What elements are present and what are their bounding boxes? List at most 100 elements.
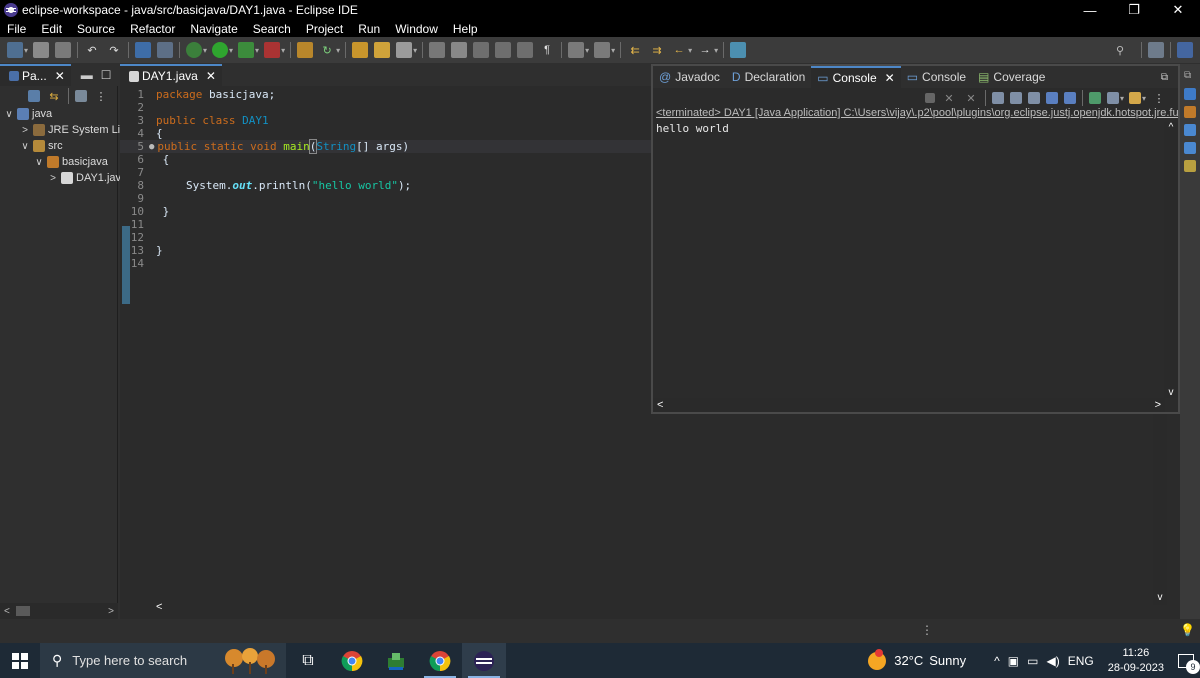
maximize-view-icon[interactable]: ☐ xyxy=(101,68,112,82)
tab-declaration[interactable]: D Declaration xyxy=(726,66,811,88)
collapse-all-icon[interactable] xyxy=(28,90,40,102)
tree-item-day1[interactable]: > DAY1.jav xyxy=(48,170,121,186)
tree-item-basicjava[interactable]: ∨ basicjava xyxy=(34,154,108,170)
pen-icon[interactable] xyxy=(451,42,468,58)
expand-twisty-icon[interactable]: ∨ xyxy=(34,157,44,168)
console-output[interactable]: hello world xyxy=(656,122,729,135)
pin-editor-icon[interactable] xyxy=(730,42,747,58)
save-all-icon[interactable] xyxy=(55,42,72,58)
restore-button[interactable]: ❐ xyxy=(1112,0,1156,20)
chevron-up-icon[interactable]: ^ xyxy=(994,654,1000,668)
package-explorer-hscroll[interactable]: < > xyxy=(0,603,118,619)
menu-edit[interactable]: Edit xyxy=(34,22,70,36)
word-wrap-icon[interactable] xyxy=(517,42,534,58)
whitespace-icon[interactable]: ¶ xyxy=(539,42,555,58)
filter-icon[interactable] xyxy=(75,90,87,102)
scroll-left-icon[interactable]: < xyxy=(4,606,10,617)
taskbar-search[interactable]: ⚲ Type here to search xyxy=(40,643,286,678)
brush-icon[interactable] xyxy=(396,42,413,58)
tab-coverage[interactable]: ▤ Coverage xyxy=(972,66,1051,88)
close-icon[interactable]: ✕ xyxy=(55,69,65,83)
scroll-right-icon[interactable]: > xyxy=(108,606,114,617)
tab-javadoc[interactable]: @ Javadoc xyxy=(653,66,726,88)
refresh-icon[interactable]: ↻ xyxy=(319,42,335,58)
tab-console[interactable]: ▭ Console ✕ xyxy=(811,66,901,88)
view-menu-icon[interactable]: ⋮ xyxy=(93,88,109,104)
restore-view-icon[interactable]: ⧉ xyxy=(1184,70,1196,82)
undo-icon[interactable]: ↶ xyxy=(84,42,100,58)
new-icon[interactable] xyxy=(7,42,23,58)
close-button[interactable]: ✕ xyxy=(1156,0,1200,20)
back-icon[interactable]: ← xyxy=(671,42,687,58)
console-vscroll[interactable]: ^ v xyxy=(1164,122,1178,398)
app-taskbar-button[interactable] xyxy=(374,643,418,678)
menu-run[interactable]: Run xyxy=(351,22,388,36)
task-view-button[interactable]: ⧉ xyxy=(286,643,330,678)
scroll-down-icon[interactable]: v xyxy=(1158,592,1163,603)
start-button[interactable] xyxy=(0,643,40,678)
tab-console-2[interactable]: ▭ Console xyxy=(901,66,972,88)
remove-all-icon[interactable]: ✕ xyxy=(963,90,979,106)
expand-twisty-icon[interactable]: ∨ xyxy=(20,141,30,152)
scroll-right-icon[interactable]: > xyxy=(1155,399,1161,411)
chrome-taskbar-button[interactable] xyxy=(330,643,374,678)
new-java-project-icon[interactable] xyxy=(297,42,314,58)
menu-refactor[interactable]: Refactor xyxy=(123,22,183,36)
display-console-icon[interactable] xyxy=(1106,92,1119,104)
show-stdout-icon[interactable] xyxy=(1045,92,1058,104)
search-view-icon[interactable] xyxy=(1184,142,1196,154)
redo-icon[interactable]: ↷ xyxy=(106,42,122,58)
word-wrap-icon[interactable] xyxy=(1027,92,1040,104)
task-list-icon[interactable] xyxy=(1184,106,1196,118)
java-perspective-icon[interactable] xyxy=(1177,42,1193,58)
problems-icon[interactable] xyxy=(1184,124,1196,136)
maximize-view-icon[interactable]: ⧉ xyxy=(1161,72,1168,83)
save-icon[interactable] xyxy=(33,42,50,58)
menu-navigate[interactable]: Navigate xyxy=(183,22,245,36)
scroll-left-icon[interactable]: < xyxy=(156,601,162,613)
progress-icon[interactable] xyxy=(1184,160,1196,172)
menu-help[interactable]: Help xyxy=(446,22,486,36)
external-tools-icon[interactable] xyxy=(264,42,281,58)
menu-file[interactable]: File xyxy=(0,22,34,36)
eclipse-taskbar-button[interactable] xyxy=(462,643,506,678)
clear-console-icon[interactable] xyxy=(991,92,1004,104)
menu-search[interactable]: Search xyxy=(246,22,299,36)
expand-twisty-icon[interactable]: > xyxy=(20,125,30,136)
scroll-lock-icon[interactable] xyxy=(1009,92,1022,104)
prev-annotation-icon[interactable] xyxy=(594,42,611,58)
close-icon[interactable]: ✕ xyxy=(885,71,895,85)
pin-console-icon[interactable] xyxy=(1088,92,1101,104)
tree-item-src[interactable]: ∨ src xyxy=(20,138,63,154)
menu-project[interactable]: Project xyxy=(299,22,351,36)
scroll-down-icon[interactable]: v xyxy=(1169,387,1174,398)
open-type-icon[interactable] xyxy=(352,42,369,58)
notification-center-button[interactable]: 9 xyxy=(1172,653,1200,674)
skip-breakpoints-icon[interactable] xyxy=(157,42,174,58)
tree-item-java[interactable]: ∨ java xyxy=(4,106,52,122)
clock[interactable]: 11:26 28-09-2023 xyxy=(1108,646,1164,676)
tab-package-explorer[interactable]: Pa... ✕ xyxy=(0,64,71,86)
console-hscroll[interactable]: < > xyxy=(653,398,1165,412)
view-menu-icon[interactable]: ⋮ xyxy=(1151,90,1167,106)
open-console-icon[interactable] xyxy=(1128,92,1141,104)
tab-day1-java[interactable]: DAY1.java ✕ xyxy=(120,64,222,86)
open-perspective-icon[interactable] xyxy=(1148,42,1164,58)
minimize-view-icon[interactable]: ▬ xyxy=(81,68,93,82)
outline-icon[interactable] xyxy=(1184,88,1196,100)
next-annotation-icon[interactable] xyxy=(568,42,585,58)
scroll-up-icon[interactable]: ^ xyxy=(1169,122,1174,133)
terminal-icon[interactable] xyxy=(135,42,152,58)
open-folder-icon[interactable] xyxy=(374,42,391,58)
tree-item-jre[interactable]: > JRE System Lib xyxy=(20,122,126,138)
block-selection-icon[interactable] xyxy=(495,42,512,58)
battery-icon[interactable]: ▭ xyxy=(1027,654,1038,668)
scroll-thumb[interactable] xyxy=(16,606,30,616)
menu-source[interactable]: Source xyxy=(70,22,123,36)
remove-launch-icon[interactable]: ✕ xyxy=(941,90,957,106)
toggle-mark-icon[interactable] xyxy=(473,42,490,58)
chrome-profile-taskbar-button[interactable] xyxy=(418,643,462,678)
coverage-icon[interactable] xyxy=(238,42,255,58)
debug-icon[interactable] xyxy=(186,42,203,58)
scroll-left-icon[interactable]: < xyxy=(657,399,663,411)
